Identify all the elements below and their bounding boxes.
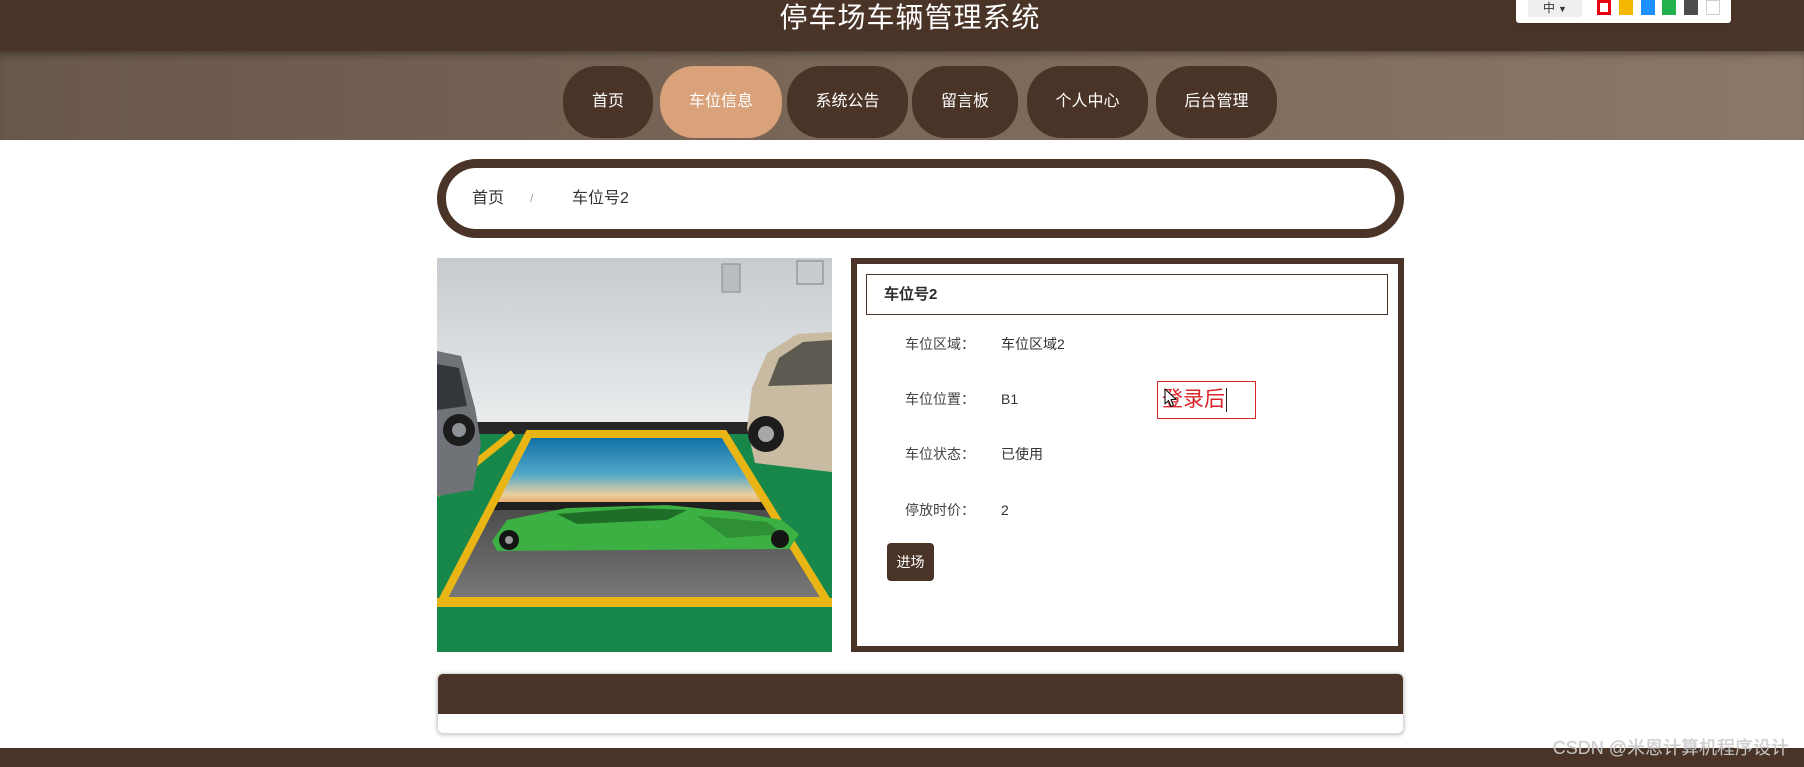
nav-item-personal-center[interactable]: 个人中心 (1027, 66, 1148, 138)
detail-label-position: 车位位置： (905, 391, 975, 407)
detail-value-status: 已使用 (1001, 446, 1043, 462)
detail-title: 车位号2 (866, 274, 1388, 315)
nav-item-admin[interactable]: 后台管理 (1156, 66, 1277, 138)
nav-item-parking-info[interactable]: 车位信息 (660, 66, 782, 138)
breadcrumb-home[interactable]: 首页 (472, 168, 504, 229)
parking-detail-card: 车位号2 车位区域： 车位区域2 车位位置： B1 车位状态： 已使用 停放时价… (851, 258, 1404, 652)
bottom-panel-header (438, 674, 1403, 714)
detail-label-area: 车位区域： (905, 336, 975, 352)
nav-item-announcements[interactable]: 系统公告 (787, 66, 908, 138)
theme-switcher: 中 ▼ (1516, 0, 1731, 23)
text-caret (1226, 388, 1227, 412)
theme-color-gray[interactable] (1684, 0, 1698, 15)
detail-label-status: 车位状态： (905, 446, 975, 462)
enter-button[interactable]: 进场 (887, 543, 934, 581)
theme-color-white[interactable] (1706, 0, 1720, 15)
language-select[interactable]: 中 ▼ (1528, 0, 1582, 17)
watermark: CSDN @米恩计算机程序设计 (1552, 738, 1789, 758)
detail-value-price: 2 (1001, 502, 1009, 518)
parking-space-illustration (437, 258, 832, 652)
site-footer (0, 748, 1804, 767)
language-label: 中 (1543, 1, 1556, 15)
nav-item-home[interactable]: 首页 (563, 66, 653, 138)
bottom-panel (437, 673, 1404, 734)
caret-down-icon: ▼ (1558, 4, 1567, 14)
theme-color-green[interactable] (1662, 0, 1676, 15)
theme-color-red[interactable] (1597, 0, 1611, 15)
theme-color-blue[interactable] (1641, 0, 1655, 15)
detail-value-position: B1 (1001, 391, 1019, 407)
detail-value-area: 车位区域2 (1001, 336, 1065, 352)
breadcrumb: 首页 / 车位号2 (437, 159, 1404, 238)
theme-color-yellow[interactable] (1619, 0, 1633, 15)
parking-space-image (437, 258, 832, 652)
mouse-cursor-icon (1164, 388, 1177, 408)
breadcrumb-separator: / (530, 191, 534, 205)
detail-label-price: 停放时价： (905, 502, 975, 518)
nav-item-message-board[interactable]: 留言板 (912, 66, 1018, 138)
breadcrumb-current: 车位号2 (572, 190, 629, 207)
main-nav: 首页 车位信息 系统公告 留言板 个人中心 后台管理 (0, 51, 1804, 140)
